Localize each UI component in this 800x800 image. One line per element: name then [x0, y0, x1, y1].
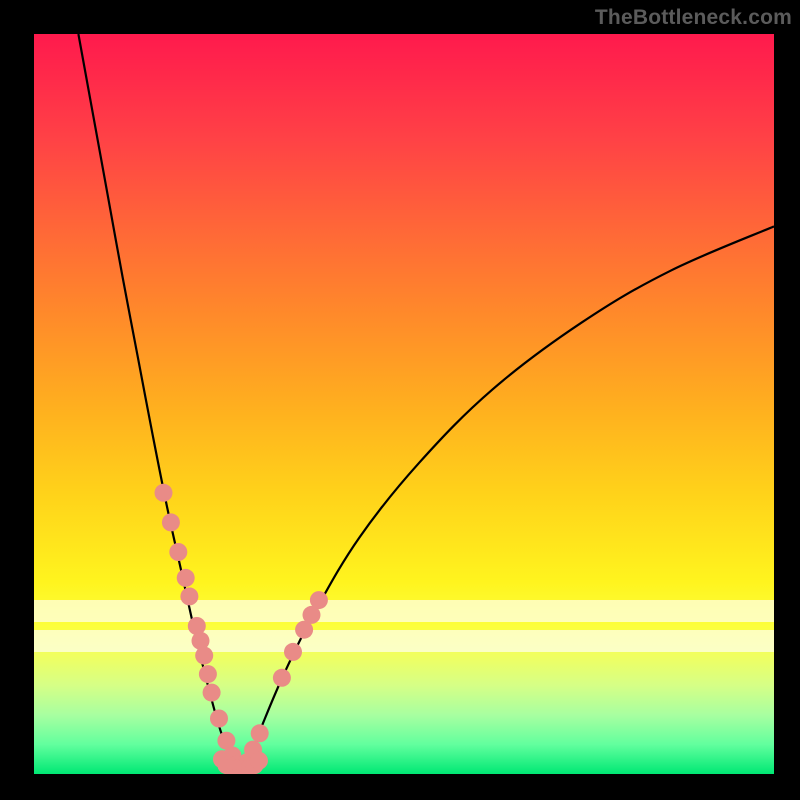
marker-dot: [284, 643, 302, 661]
marker-dot: [199, 665, 217, 683]
marker-dot: [250, 752, 268, 770]
curve-right-branch: [241, 226, 774, 771]
marker-dot: [180, 587, 198, 605]
curve-left-branch: [78, 34, 241, 772]
plot-area: [34, 34, 774, 774]
outer-frame: TheBottleneck.com: [0, 0, 800, 800]
marker-dot: [162, 513, 180, 531]
watermark: TheBottleneck.com: [595, 6, 792, 30]
marker-dot: [203, 684, 221, 702]
marker-dot: [210, 710, 228, 728]
marker-dot: [273, 669, 291, 687]
marker-dot: [169, 543, 187, 561]
marker-dot: [195, 647, 213, 665]
chart-svg: [34, 34, 774, 774]
marker-dot: [251, 724, 269, 742]
marker-dot: [155, 484, 173, 502]
marker-dot: [177, 569, 195, 587]
marker-dot: [310, 591, 328, 609]
